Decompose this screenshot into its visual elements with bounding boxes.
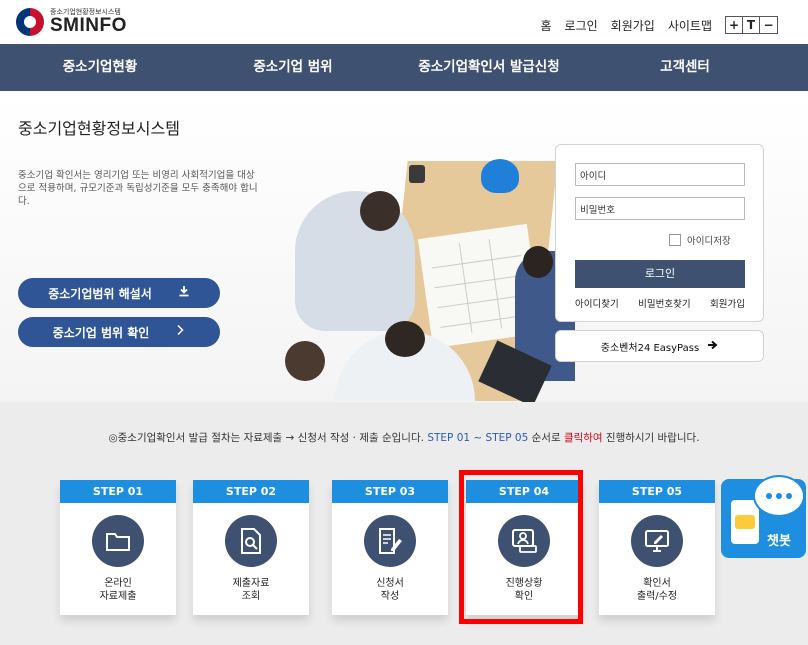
monitor-edit-icon [631,515,683,567]
sitemap-link[interactable]: 사이트맵 [668,17,712,34]
save-id-checkbox[interactable] [669,234,681,246]
password-input[interactable] [575,197,745,220]
save-id-row[interactable]: 아이디저장 [669,233,731,247]
sminfo-logo[interactable]: 중소기업현황정보시스템 SMINFO [16,8,127,36]
notice-click: 클릭하여 [563,432,603,444]
font-reset-button[interactable]: T [743,17,760,33]
folder-icon [92,515,144,567]
home-link[interactable]: 홈 [540,17,551,34]
step-03-label: 신청서 작성 [376,578,404,602]
signup-link[interactable]: 회원가입 [611,17,655,34]
font-increase-button[interactable]: + [726,17,743,33]
procedure-notice: ◎중소기업확인서 발급 절차는 자료제출 → 신청서 작성 · 제출 순입니다.… [0,430,808,445]
save-id-label: 아이디저장 [687,236,731,247]
step-05-tag: STEP 05 [599,480,715,503]
sme-scope-check-button[interactable]: 중소기업 범위 확인 [18,317,220,347]
hero-section: 중소기업현황정보시스템 중소기업 확인서는 영리기업 또는 비영리 사회적기업을… [0,91,808,402]
guide-button-label: 중소기업범위 해설서 [48,286,152,301]
step-02-tag: STEP 02 [193,480,309,503]
speech-bubble-icon [753,475,805,517]
notice-text-2: 순서로 [528,432,564,444]
find-id-link[interactable]: 아이디찾기 [575,296,619,310]
sme-scope-guide-button[interactable]: 중소기업범위 해설서 [18,278,220,308]
arrow-right-icon [707,340,718,353]
step-02-label: 제출자료 조회 [232,578,270,602]
font-decrease-button[interactable]: − [760,17,777,33]
step-04-highlight-box [459,470,583,624]
login-box: 아이디저장 로그인 아이디찾기 비밀번호찾기 회원가입 [555,144,764,322]
document-search-icon [225,515,277,567]
id-input[interactable] [575,163,745,186]
chevron-right-icon [175,324,185,340]
document-edit-icon [364,515,416,567]
logo-title: SMINFO [50,15,127,36]
font-size-controls: + T − [725,16,778,34]
page-title: 중소기업현황정보시스템 [18,119,180,138]
utility-links: 홈 로그인 회원가입 사이트맵 + T − [540,16,778,34]
notice-steps-range: STEP 01 ~ STEP 05 [427,432,529,444]
main-nav: 중소기업현황 중소기업 범위 중소기업확인서 발급신청 고객센터 [0,44,808,91]
find-password-link[interactable]: 비밀번호찾기 [638,296,690,310]
step-01-label: 온라인 자료제출 [99,578,137,602]
notice-text-3: 진행하시기 바랍니다. [602,432,700,444]
nav-sme-scope[interactable]: 중소기업 범위 [200,44,386,91]
download-icon [178,285,190,301]
step-05-card[interactable]: STEP 05 확인서 출력/수정 [599,480,715,615]
nav-customer-center[interactable]: 고객센터 [592,44,778,91]
signup-link-box[interactable]: 회원가입 [710,296,745,310]
step-01-tag: STEP 01 [60,480,176,503]
top-header: 중소기업현황정보시스템 SMINFO 홈 로그인 회원가입 사이트맵 + T − [0,0,808,44]
notice-text-1: ◎중소기업확인서 발급 절차는 자료제출 → 신청서 작성 · 제출 순입니다. [108,432,428,444]
hero-photo [275,151,575,402]
nav-sme-status[interactable]: 중소기업현황 [0,44,200,91]
check-button-label: 중소기업 범위 확인 [52,325,150,340]
login-button[interactable]: 로그인 [575,260,745,288]
step-03-tag: STEP 03 [332,480,448,503]
login-link[interactable]: 로그인 [565,17,598,34]
login-links: 아이디찾기 비밀번호찾기 회원가입 [575,296,745,310]
step-05-label: 확인서 출력/수정 [636,578,678,602]
helmet-icon [481,159,519,193]
step-01-card[interactable]: STEP 01 온라인 자료제출 [60,480,176,615]
hero-description: 중소기업 확인서는 영리기업 또는 비영리 사회적기업을 대상으로 적용하며, … [18,170,258,207]
easypass-label: 중소벤처24 EasyPass [600,342,700,354]
easypass-button[interactable]: 중소벤처24 EasyPass [555,330,764,362]
step-03-card[interactable]: STEP 03 신청서 작성 [332,480,448,615]
step-02-card[interactable]: STEP 02 제출자료 조회 [193,480,309,615]
chatbot-label: 챗봇 [767,534,791,549]
taegeuk-logo-icon [16,8,44,36]
robot-icon [735,515,755,529]
nav-certificate-apply[interactable]: 중소기업확인서 발급신청 [386,44,592,91]
